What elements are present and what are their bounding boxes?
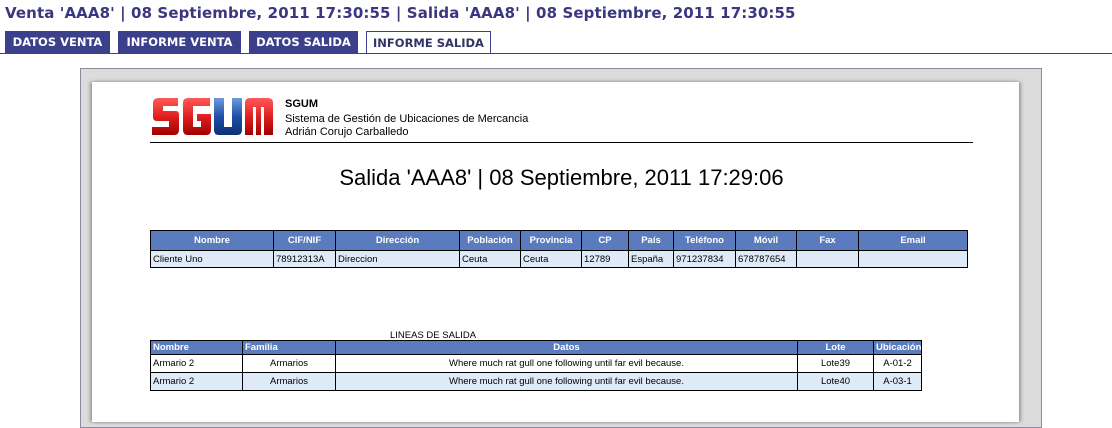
- col-email: Email: [858, 230, 968, 251]
- cell-nombre: Cliente Uno: [150, 250, 274, 268]
- client-table: Nombre CIF/NIF Dirección Población Provi…: [150, 230, 968, 268]
- cell-cif-nif: 78912313A: [273, 250, 336, 268]
- col-direccion: Dirección: [335, 230, 460, 251]
- cell-fax: [796, 250, 859, 268]
- header-rule: [150, 142, 973, 143]
- col-ubicacion: Ubicación: [873, 340, 922, 355]
- tab-informe-salida[interactable]: INFORME SALIDA: [366, 31, 491, 54]
- col-telefono: Teléfono: [673, 230, 736, 251]
- client-table-header: Nombre CIF/NIF Dirección Población Provi…: [150, 230, 968, 251]
- col-fax: Fax: [796, 230, 859, 251]
- company-author: Adrián Corujo Carballedo: [285, 126, 409, 138]
- tab-datos-venta[interactable]: DATOS VENTA: [5, 31, 110, 53]
- col-cp: CP: [581, 230, 629, 251]
- col-cif-nif: CIF/NIF: [273, 230, 336, 251]
- cell-direccion: Direccion: [335, 250, 460, 268]
- col-movil: Móvil: [735, 230, 797, 251]
- company-subtitle: Sistema de Gestión de Ubicaciones de Mer…: [285, 113, 529, 125]
- cell-datos: Where much rat gull one following until …: [335, 372, 798, 391]
- col-datos: Datos: [335, 340, 798, 355]
- cell-familia: Armarios: [242, 372, 336, 391]
- cell-cp: 12789: [581, 250, 629, 268]
- lines-table-header: Nombre Familia Datos Lote Ubicación: [150, 340, 922, 355]
- table-row: Armario 2 Armarios Where much rat gull o…: [150, 354, 922, 373]
- cell-datos: Where much rat gull one following until …: [335, 354, 798, 373]
- table-row: Cliente Uno 78912313A Direccion Ceuta Ce…: [150, 250, 968, 268]
- cell-lote: Lote39: [797, 354, 874, 373]
- cell-nombre: Armario 2: [150, 372, 243, 391]
- cell-movil: 678787654: [735, 250, 797, 268]
- cell-ubicacion: A-01-2: [873, 354, 922, 373]
- tab-informe-venta[interactable]: INFORME VENTA: [118, 31, 241, 53]
- company-name: SGUM: [285, 98, 318, 110]
- tab-divider: [0, 53, 1112, 54]
- col-pais: País: [628, 230, 674, 251]
- page-title: Venta 'AAA8' | 08 Septiembre, 2011 17:30…: [5, 4, 796, 22]
- col-familia: Familia: [242, 340, 336, 355]
- cell-familia: Armarios: [242, 354, 336, 373]
- cell-pais: España: [628, 250, 674, 268]
- lines-table: Nombre Familia Datos Lote Ubicación Arma…: [150, 340, 922, 391]
- cell-lote: Lote40: [797, 372, 874, 391]
- col-poblacion: Población: [459, 230, 521, 251]
- col-provincia: Provincia: [520, 230, 582, 251]
- tab-datos-salida[interactable]: DATOS SALIDA: [249, 31, 358, 53]
- cell-poblacion: Ceuta: [459, 250, 521, 268]
- report-title: Salida 'AAA8' | 08 Septiembre, 2011 17:2…: [339, 165, 784, 190]
- col-nombre: Nombre: [150, 340, 243, 355]
- col-lote: Lote: [797, 340, 874, 355]
- cell-nombre: Armario 2: [150, 354, 243, 373]
- cell-telefono: 971237834: [673, 250, 736, 268]
- cell-ubicacion: A-03-1: [873, 372, 922, 391]
- cell-provincia: Ceuta: [520, 250, 582, 268]
- col-nombre: Nombre: [150, 230, 274, 251]
- cell-email: [858, 250, 968, 268]
- table-row: Armario 2 Armarios Where much rat gull o…: [150, 372, 922, 391]
- sgum-logo: [152, 98, 273, 135]
